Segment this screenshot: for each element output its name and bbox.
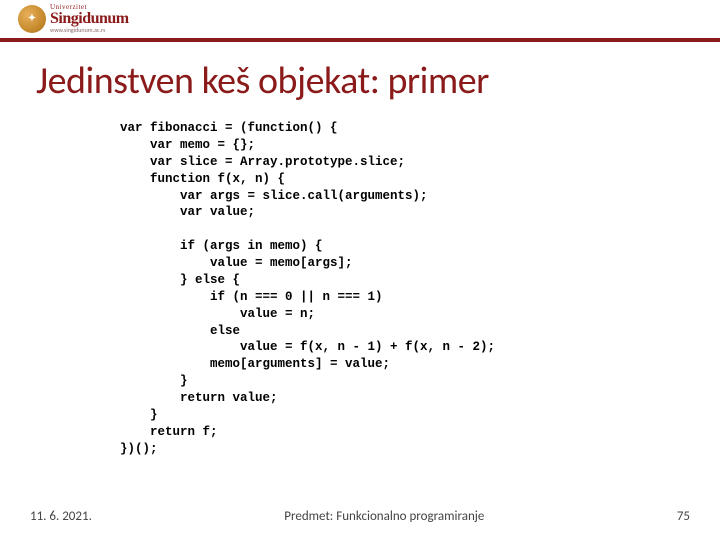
logo-icon: ✦: [18, 5, 46, 33]
slide-title: Jedinstven keš objekat: primer: [36, 58, 489, 104]
header-bar: ✦ Univerzitet Singidunum www.singidunum.…: [0, 0, 720, 42]
logo: ✦ Univerzitet Singidunum www.singidunum.…: [18, 4, 129, 33]
footer-subject: Predmet: Funkcionalno programiranje: [92, 509, 677, 524]
logo-url: www.singidunum.ac.rs: [50, 27, 129, 33]
logo-text: Univerzitet Singidunum www.singidunum.ac…: [50, 4, 129, 33]
footer-page: 75: [677, 509, 690, 524]
footer-date: 11. 6. 2021.: [30, 509, 92, 524]
code-block: var fibonacci = (function() { var memo =…: [120, 120, 495, 458]
footer: 11. 6. 2021. Predmet: Funkcionalno progr…: [0, 509, 720, 524]
logo-name: Singidunum: [50, 11, 129, 27]
